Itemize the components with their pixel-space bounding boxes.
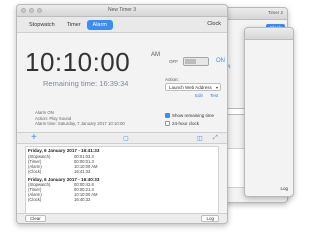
clear-button[interactable]: Clear bbox=[25, 215, 46, 222]
show-remaining-label: Show remaining time bbox=[172, 113, 215, 118]
titlebar: New Timer 3 bbox=[17, 5, 227, 17]
action-label: Action: bbox=[165, 77, 179, 82]
background-titlebar: Timer 2 bbox=[219, 8, 287, 20]
print-icon[interactable]: ◫ bbox=[197, 135, 203, 142]
main-window: New Timer 3 Stopwatch Timer Alarm Clock … bbox=[16, 4, 228, 224]
background-titlebar-2 bbox=[245, 28, 293, 40]
action-select-value: Launch Web Address bbox=[169, 85, 212, 90]
log-toolbar: + ▢ ◫ ⤢ bbox=[17, 132, 227, 144]
tab-timer[interactable]: Timer bbox=[61, 20, 87, 30]
window-title: New Timer 3 bbox=[107, 7, 137, 13]
tab-stopwatch[interactable]: Stopwatch bbox=[23, 20, 61, 30]
action-select[interactable]: Launch Web Address ▾ bbox=[165, 83, 221, 91]
clock-display: 10:10:00 AM Remaining time: 16:39:34 bbox=[25, 47, 160, 88]
test-link[interactable]: Test bbox=[210, 93, 218, 98]
ampm-label: AM bbox=[151, 52, 160, 58]
chevron-down-icon: ▾ bbox=[215, 85, 218, 90]
hour24-checkbox[interactable] bbox=[165, 121, 170, 126]
expand-icon[interactable]: ⤢ bbox=[213, 135, 218, 142]
add-icon[interactable]: + bbox=[31, 132, 37, 143]
show-remaining-checkbox[interactable] bbox=[165, 113, 170, 118]
alarm-info: Alarm ON Action: Play Sound Alarm time: … bbox=[35, 110, 125, 127]
on-label: ON bbox=[216, 58, 225, 64]
log-entry: Friday, 6 January 2017 - 16:41:33 (Stopw… bbox=[28, 148, 216, 174]
bottom-bar: Clear Log bbox=[17, 213, 227, 223]
hour24-label: 24-hour clock bbox=[172, 121, 200, 126]
book-icon[interactable]: ▢ bbox=[123, 135, 129, 142]
background-window-2: Log bbox=[244, 27, 294, 197]
log-entry-row: (Clock) 16:41:33 bbox=[28, 168, 91, 174]
log-list[interactable]: Friday, 6 January 2017 - 16:41:33 (Stopw… bbox=[25, 146, 219, 218]
tab-alarm[interactable]: Alarm bbox=[86, 20, 113, 30]
remaining-time: Remaining time: 16:39:34 bbox=[43, 79, 129, 88]
alarm-time[interactable]: 10:10:00 bbox=[25, 47, 130, 78]
info-line: Alarm time: Saturday, 7 January 2017 10:… bbox=[35, 121, 125, 126]
background-window-title: Timer 2 bbox=[267, 10, 283, 15]
log-entry-row: (Clock) 16:40:33 bbox=[28, 197, 91, 203]
edit-link[interactable]: Edit bbox=[195, 93, 203, 98]
mode-segmented-control: Stopwatch Timer Alarm bbox=[23, 20, 113, 30]
log-button[interactable]: Log bbox=[201, 215, 219, 222]
toolbar: Stopwatch Timer Alarm Clock bbox=[17, 17, 227, 33]
toggle-knob bbox=[185, 59, 196, 64]
background-log-button[interactable]: Log bbox=[280, 186, 288, 191]
clock-button[interactable]: Clock bbox=[207, 19, 221, 30]
hour24-checkbox-row[interactable]: 24-hour clock bbox=[165, 121, 199, 126]
off-label: OFF bbox=[169, 59, 178, 64]
alarm-toggle[interactable] bbox=[183, 57, 209, 66]
log-entry: Friday, 6 January 2017 - 16:40:33 (Stopw… bbox=[28, 177, 216, 203]
show-remaining-checkbox-row[interactable]: Show remaining time bbox=[165, 113, 214, 118]
